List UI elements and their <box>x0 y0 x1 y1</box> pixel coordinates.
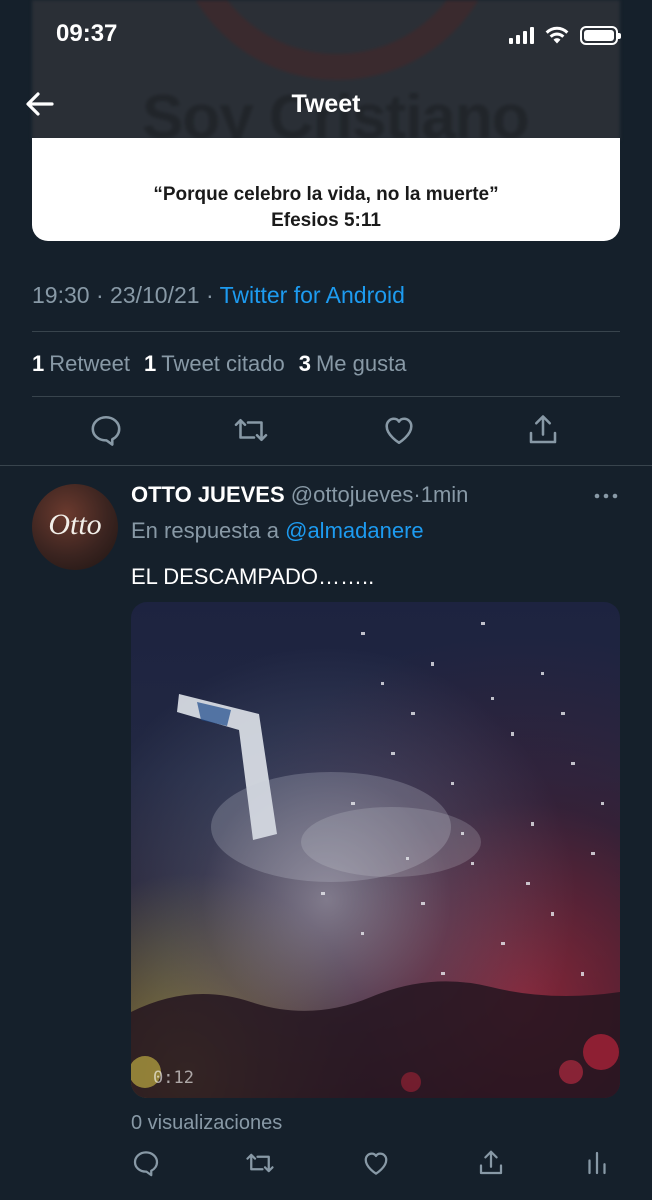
reply-actions <box>0 1148 652 1182</box>
like-button[interactable] <box>381 412 417 448</box>
share-button[interactable] <box>476 1148 506 1178</box>
retweets-stat[interactable]: 1 Retweet <box>32 351 130 377</box>
reply-icon <box>91 415 121 446</box>
tweet-stats: 1 Retweet 1 Tweet citado 3 Me gusta <box>32 351 406 377</box>
meta-separator: · <box>95 282 104 308</box>
battery-icon <box>580 25 621 45</box>
reply-header: OTTO JUEVES @ottojueves·1min <box>131 482 468 508</box>
tweet-detail-screen: Soy Cristiano 09:37 Tweet “Porque celebr… <box>0 0 652 1200</box>
top-area: Soy Cristiano 09:37 Tweet “Porque celebr… <box>0 0 652 250</box>
reply-prefix: En respuesta a <box>131 518 279 543</box>
wifi-icon <box>545 26 569 44</box>
tweet-actions <box>0 412 652 456</box>
tweet-meta: 19:30 · 23/10/21 · Twitter for Android <box>32 282 405 309</box>
more-icon <box>594 493 618 499</box>
retweet-icon <box>246 1153 274 1173</box>
analytics-button[interactable] <box>582 1148 612 1178</box>
share-icon <box>529 415 557 444</box>
share-icon <box>479 1150 503 1175</box>
likes-stat[interactable]: 3 Me gusta <box>299 351 407 377</box>
reply-text: EL DESCAMPADO…….. <box>131 564 375 589</box>
video-player[interactable]: 0:12 <box>131 602 620 1098</box>
author-name[interactable]: OTTO JUEVES <box>131 482 285 507</box>
meta-separator: · <box>205 282 214 308</box>
retweet-button[interactable] <box>245 1148 275 1178</box>
retweet-icon <box>234 418 268 442</box>
video-frame <box>131 622 620 1098</box>
author-handle[interactable]: @ottojueves <box>291 482 414 507</box>
reply-to-line: En respuesta a @almadanere <box>131 518 424 544</box>
page-title: Tweet <box>291 90 361 118</box>
reply-button[interactable] <box>88 412 124 448</box>
status-time: 09:37 <box>56 20 118 47</box>
likes-label: Me gusta <box>315 351 407 376</box>
share-button[interactable] <box>525 412 561 448</box>
divider <box>32 331 620 332</box>
retweet-button[interactable] <box>233 412 269 448</box>
battery-level <box>584 29 614 41</box>
retweets-count: 1 <box>32 351 45 376</box>
video-timestamp: 0:12 <box>153 1068 194 1088</box>
reply-mention-link[interactable]: @almadanere <box>285 518 424 543</box>
avatar[interactable]: Otto <box>32 484 118 570</box>
status-bar: 09:37 <box>0 0 652 70</box>
retweets-label: Retweet <box>49 351 130 376</box>
status-icons <box>509 25 621 45</box>
avatar-text: Otto <box>48 508 102 541</box>
tweet-image[interactable]: “Porque celebro la vida, no la muerte” E… <box>32 138 620 241</box>
header-separator: · <box>413 482 421 507</box>
cellular-signal-icon <box>509 26 534 44</box>
analytics-icon <box>588 1151 606 1175</box>
nav-bar: Tweet <box>0 80 652 130</box>
more-options-button[interactable] <box>590 485 622 507</box>
divider <box>0 465 652 466</box>
tweet-source-link[interactable]: Twitter for Android <box>220 282 405 308</box>
like-icon <box>385 417 413 445</box>
quote-tweets-label: Tweet citado <box>161 351 285 376</box>
reply-time: 1min <box>420 482 469 507</box>
tweet-time: 19:30 <box>32 282 90 308</box>
quote-tweets-count: 1 <box>143 351 157 376</box>
view-count: 0 visualizaciones <box>131 1112 283 1134</box>
like-button[interactable] <box>361 1148 391 1178</box>
image-reference: Efesios 5:11 <box>271 210 381 231</box>
divider <box>32 396 620 397</box>
like-icon <box>364 1152 388 1175</box>
reply-button[interactable] <box>131 1148 161 1178</box>
reply-icon <box>133 1151 159 1177</box>
quote-tweets-stat[interactable]: 1 Tweet citado <box>144 351 285 377</box>
likes-count: 3 <box>298 351 311 376</box>
image-quote: “Porque celebro la vida, no la muerte” <box>153 184 499 205</box>
tweet-date: 23/10/21 <box>110 282 200 308</box>
